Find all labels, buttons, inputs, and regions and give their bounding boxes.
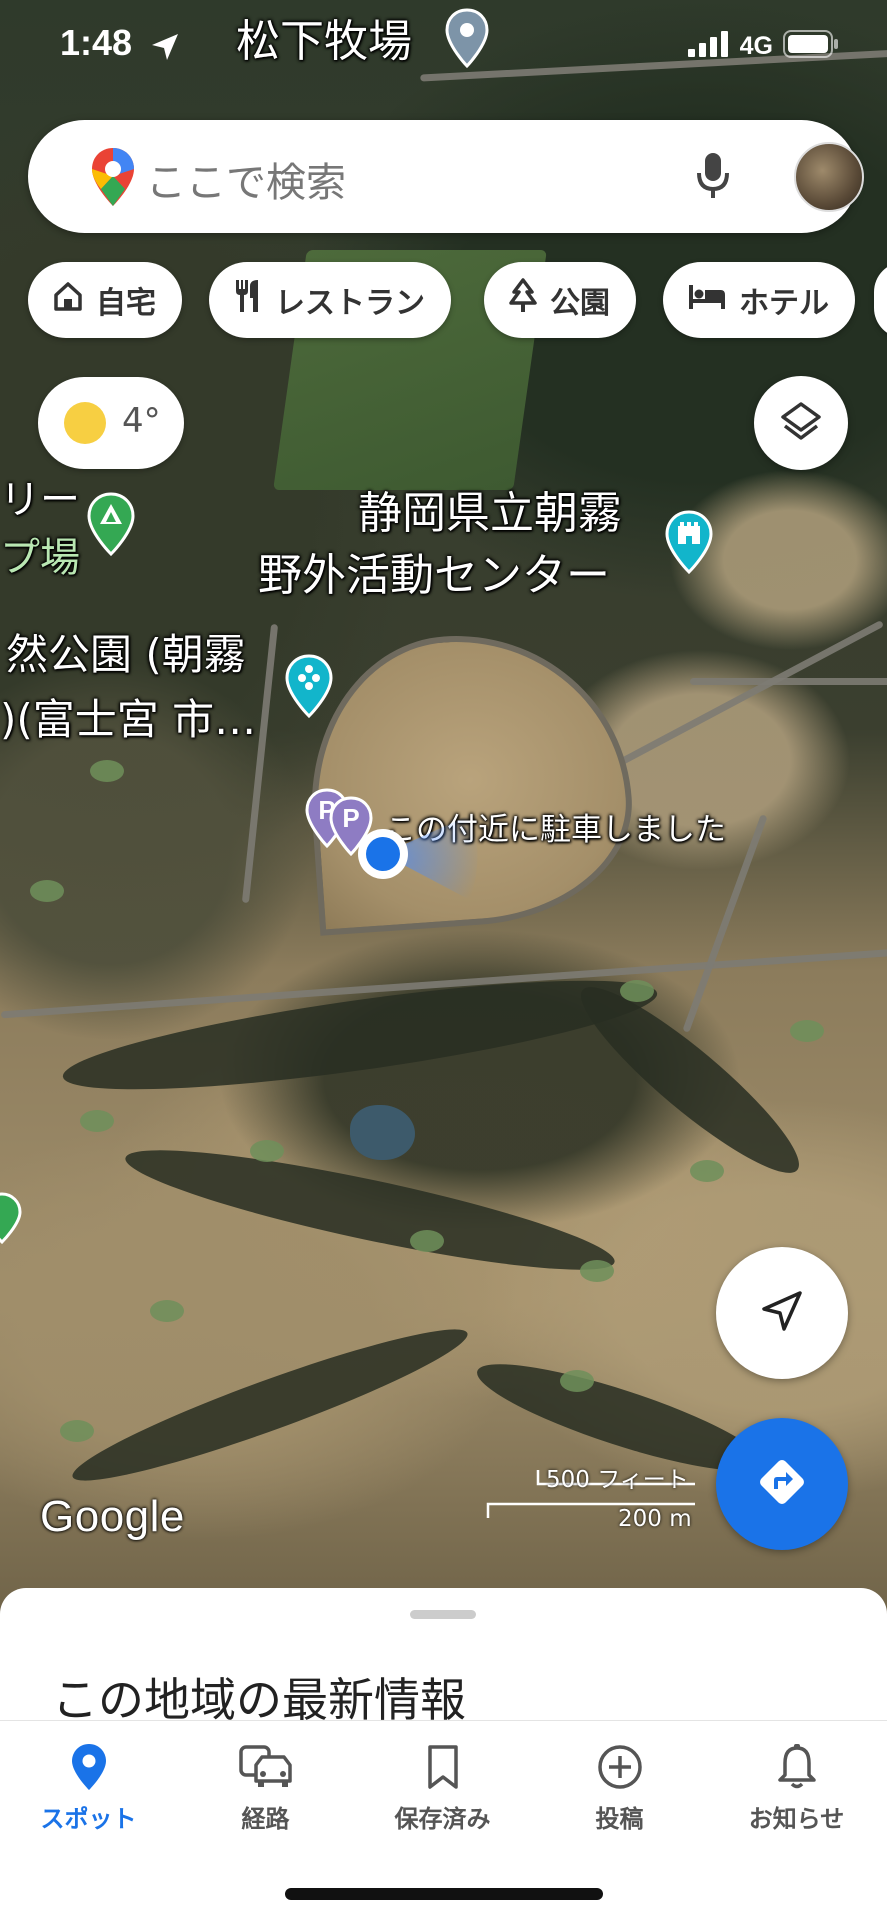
add-circle-icon bbox=[531, 1739, 708, 1795]
map-label-farm[interactable]: 松下牧場 bbox=[236, 16, 412, 69]
chip-label: レストラン bbox=[275, 286, 425, 321]
map-tree-band bbox=[64, 1309, 476, 1501]
tab-label: 投稿 bbox=[595, 1805, 644, 1833]
map-golf-green bbox=[90, 760, 124, 782]
scale-feet: 500 フィート bbox=[546, 1467, 689, 1493]
chip-restaurant[interactable]: レストラン bbox=[209, 262, 451, 338]
chip-label: 自宅 bbox=[96, 286, 156, 321]
directions-icon bbox=[753, 1453, 811, 1515]
home-indicator[interactable] bbox=[285, 1888, 603, 1900]
layers-button[interactable] bbox=[754, 376, 848, 470]
bookmark-icon bbox=[354, 1739, 531, 1795]
google-maps-logo-icon bbox=[90, 146, 136, 212]
account-avatar[interactable] bbox=[794, 142, 864, 212]
map-golf-green bbox=[560, 1370, 594, 1392]
tab-updates[interactable]: お知らせ bbox=[708, 1739, 885, 1834]
navigation-arrow-icon bbox=[758, 1287, 806, 1339]
chip-label: 公園 bbox=[550, 286, 610, 321]
farm-pin-icon[interactable] bbox=[444, 8, 490, 74]
map-road bbox=[615, 619, 885, 768]
screen: リー プ場 静岡県立朝霧 野外活動センター 然公園 (朝霧 )(富士宮 市… こ… bbox=[0, 0, 887, 1920]
home-icon bbox=[52, 280, 84, 320]
map-golf-green bbox=[80, 1110, 114, 1132]
map-golf-green bbox=[60, 1420, 94, 1442]
category-chips: 自宅 レストラン 公園 ホテル bbox=[28, 262, 887, 338]
map-golf-green bbox=[30, 880, 64, 902]
network-type: 4G bbox=[739, 31, 773, 60]
status-time: 1:48 bbox=[60, 22, 133, 63]
map-tree-band bbox=[58, 958, 662, 1112]
map-scale: 500 フィート 200 m bbox=[480, 1466, 710, 1536]
map-road bbox=[690, 678, 887, 685]
status-indicators: 4G bbox=[687, 30, 839, 62]
campsite-pin-icon[interactable] bbox=[86, 492, 136, 562]
map-golf-green bbox=[150, 1300, 184, 1322]
weather-chip[interactable]: 4° bbox=[38, 377, 184, 469]
restaurant-icon bbox=[233, 278, 263, 322]
signal-icon bbox=[687, 31, 730, 61]
tab-explore[interactable]: スポット bbox=[0, 1739, 177, 1834]
tab-label: スポット bbox=[40, 1805, 137, 1833]
map-view[interactable]: リー プ場 静岡県立朝霧 野外活動センター 然公園 (朝霧 )(富士宮 市… こ… bbox=[0, 0, 887, 1620]
map-golf-green bbox=[410, 1230, 444, 1252]
map-label-camp-partial-2: プ場 bbox=[0, 535, 80, 581]
tab-label: 保存済み bbox=[394, 1805, 491, 1833]
map-label-park-line1[interactable]: 然公園 (朝霧 bbox=[6, 630, 246, 680]
hotel-icon bbox=[687, 281, 727, 319]
tab-label: 経路 bbox=[241, 1805, 290, 1833]
map-golf-green bbox=[620, 980, 654, 1002]
location-arrow-icon bbox=[150, 32, 180, 66]
chip-park[interactable]: 公園 bbox=[484, 262, 636, 338]
tab-contribute[interactable]: 投稿 bbox=[531, 1739, 708, 1834]
location-pin-icon bbox=[0, 1739, 177, 1795]
car-icon bbox=[177, 1739, 354, 1795]
tab-label: お知らせ bbox=[748, 1805, 845, 1833]
map-pond bbox=[350, 1105, 415, 1160]
microphone-icon[interactable] bbox=[695, 151, 731, 205]
chip-more[interactable] bbox=[874, 262, 887, 338]
recenter-button[interactable] bbox=[716, 1247, 848, 1379]
tab-commute[interactable]: 経路 bbox=[177, 1739, 354, 1834]
google-logo: Google bbox=[40, 1492, 185, 1541]
directions-button[interactable] bbox=[716, 1418, 848, 1550]
map-label-camp-partial-1: リー bbox=[0, 477, 80, 523]
map-label-park-line2[interactable]: )(富士宮 市… bbox=[0, 695, 256, 745]
map-golf-green bbox=[580, 1260, 614, 1282]
battery-icon bbox=[783, 30, 839, 62]
current-location-icon[interactable] bbox=[340, 800, 480, 914]
temperature: 4° bbox=[122, 401, 161, 441]
chip-label: ホテル bbox=[739, 286, 829, 321]
map-label-center-line2[interactable]: 野外活動センター bbox=[258, 550, 610, 603]
park-pin-icon[interactable] bbox=[284, 654, 334, 724]
sheet-handle[interactable] bbox=[410, 1610, 476, 1619]
map-label-center-line1[interactable]: 静岡県立朝霧 bbox=[358, 488, 622, 541]
tab-saved[interactable]: 保存済み bbox=[354, 1739, 531, 1834]
map-golf-green bbox=[790, 1020, 824, 1042]
scale-meters: 200 m bbox=[618, 1506, 692, 1532]
park-icon bbox=[508, 278, 538, 322]
map-road bbox=[241, 623, 279, 904]
chip-home[interactable]: 自宅 bbox=[28, 262, 182, 338]
map-golf-green bbox=[690, 1160, 724, 1182]
map-tree-band bbox=[563, 967, 817, 1193]
map-golf-green bbox=[250, 1140, 284, 1162]
search-input[interactable]: ここで検索 bbox=[146, 150, 346, 208]
golf-pin-icon[interactable] bbox=[0, 1192, 22, 1250]
status-bar: 1:48 松下牧場 4G bbox=[0, 0, 887, 95]
bell-icon bbox=[708, 1739, 885, 1795]
layers-icon bbox=[779, 399, 823, 447]
chip-hotel[interactable]: ホテル bbox=[663, 262, 855, 338]
search-bar[interactable]: ここで検索 bbox=[28, 120, 864, 233]
sun-icon bbox=[64, 402, 106, 444]
attraction-pin-icon[interactable] bbox=[664, 510, 714, 580]
